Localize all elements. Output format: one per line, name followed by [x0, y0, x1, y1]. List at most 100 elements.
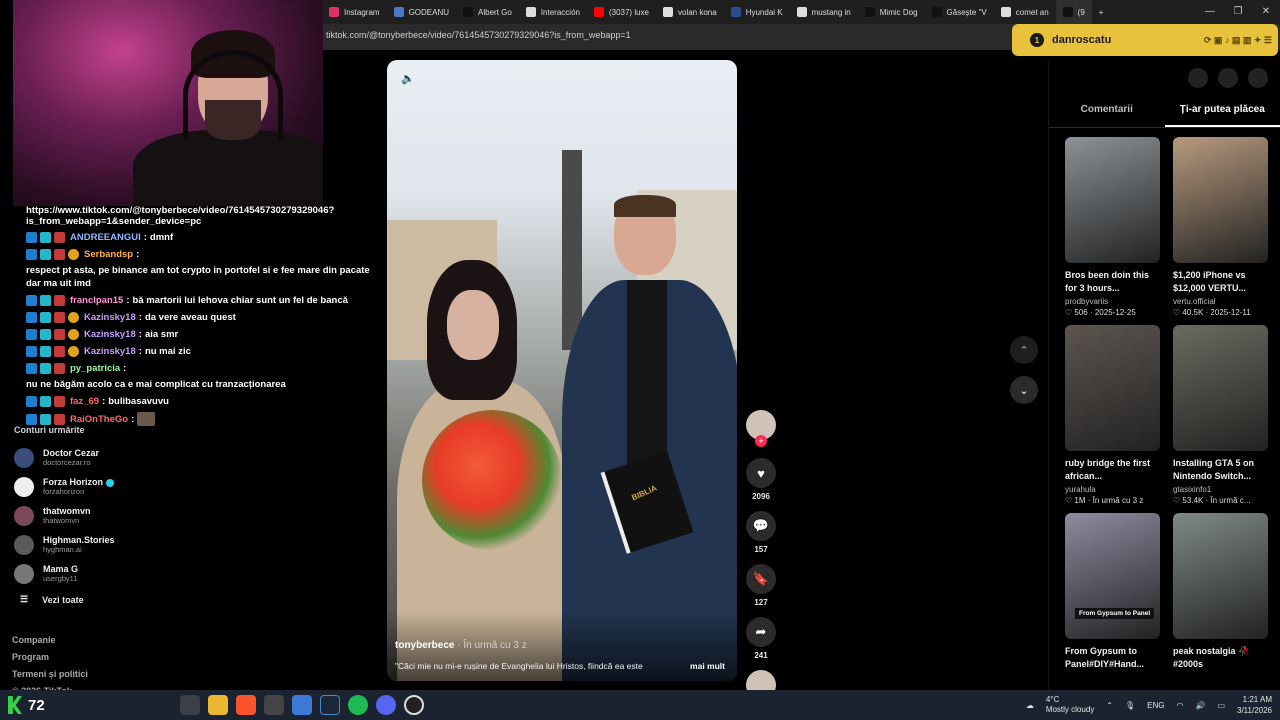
card-title[interactable]: ruby bridge the first african... — [1065, 457, 1160, 483]
wifi-icon[interactable]: ◠ — [1176, 701, 1183, 710]
browser-tab[interactable]: Albert Go — [456, 0, 519, 24]
more-options-icon[interactable]: ⋯ — [712, 72, 723, 85]
followed-account[interactable]: Highman.Stories hyghman.ai — [14, 530, 264, 559]
phone-icon[interactable] — [1218, 68, 1238, 88]
task-view-icon[interactable] — [180, 695, 200, 715]
chat-username[interactable]: py_patricia — [70, 362, 120, 375]
video-author-line[interactable]: tonyberbece · În urmă cu 3 z — [395, 640, 527, 651]
browser-tab[interactable]: (9 — [1055, 0, 1092, 24]
chat-username[interactable]: Kazinsky18 — [84, 328, 136, 341]
save-button[interactable]: 🔖 — [746, 564, 776, 594]
browser-tab[interactable]: Instagram — [322, 0, 387, 24]
footer-link[interactable]: Companie — [12, 632, 88, 649]
microphone-icon[interactable]: 🎙 — [1125, 701, 1135, 710]
like-button[interactable]: ♥ — [746, 458, 776, 488]
recommended-video-card[interactable]: Installing GTA 5 on Nintendo Switch... gt… — [1173, 325, 1268, 505]
close-button[interactable]: ✕ — [1252, 0, 1280, 24]
card-title[interactable]: $1,200 iPhone vs $12,000 VERTU... — [1173, 269, 1268, 295]
browser-tab[interactable]: Mimic Dog — [858, 0, 925, 24]
video-author[interactable]: tonyberbece — [395, 640, 454, 651]
battery-icon[interactable]: ▭ — [1217, 701, 1225, 710]
browser-tab[interactable]: GODEANU — [387, 0, 456, 24]
badge-icon — [40, 249, 51, 260]
video-thumbnail[interactable] — [1173, 325, 1268, 451]
card-title[interactable]: peak nostalgia 🥀 #2000s — [1173, 645, 1268, 671]
video-thumbnail[interactable] — [1173, 513, 1268, 639]
video-thumbnail[interactable] — [1065, 325, 1160, 451]
recommended-video-card[interactable]: From Gypsum to Panel From Gypsum to Panel… — [1065, 513, 1160, 671]
video-thumbnail[interactable] — [1173, 137, 1268, 263]
previous-video-button[interactable]: ⌃ — [1010, 336, 1038, 364]
obs-icon[interactable] — [404, 695, 424, 715]
see-all-link[interactable]: ☰ Vezi toate — [20, 594, 264, 605]
card-title[interactable]: Bros been doin this for 3 hours... — [1065, 269, 1160, 295]
spotify-icon[interactable] — [348, 695, 368, 715]
recommended-video-card[interactable]: Bros been doin this for 3 hours... prodby… — [1065, 137, 1160, 317]
followed-account[interactable]: thatwomvn thatwomvn — [14, 501, 264, 530]
recommended-video-card[interactable]: peak nostalgia 🥀 #2000s — [1173, 513, 1268, 671]
url-text[interactable]: tiktok.com/@tonyberbece/video/7614545730… — [326, 30, 631, 40]
chat-username[interactable]: ANDREEANGUI — [70, 231, 141, 244]
new-tab-button[interactable]: + — [1092, 0, 1111, 24]
chat-separator: : — [138, 329, 142, 340]
browser-tab[interactable]: (3037) luxe — [587, 0, 656, 24]
chat-username[interactable]: Kazinsky18 — [84, 311, 136, 324]
language[interactable]: ENG — [1147, 701, 1164, 710]
badge-icon — [68, 312, 79, 323]
chevron-up-icon[interactable]: ⌃ — [1106, 701, 1113, 710]
followed-account[interactable]: Doctor Cezar doctorcezar.ro — [14, 443, 264, 472]
steam-icon[interactable] — [320, 695, 340, 715]
file-explorer-icon[interactable] — [208, 695, 228, 715]
video-player[interactable]: 🔈 ⋯ BIBLIA tonyberbece · În urmă cu 3 z … — [387, 60, 737, 681]
browser-tab[interactable]: Găsește "V — [925, 0, 994, 24]
author-avatar[interactable]: + — [746, 410, 776, 447]
chat-username[interactable]: Serbandsp — [84, 248, 133, 261]
recommended-video-card[interactable]: $1,200 iPhone vs $12,000 VERTU... vertu.o… — [1173, 137, 1268, 317]
card-author[interactable]: prodbyvariis — [1065, 297, 1160, 306]
volume-icon[interactable]: 🔊 — [1195, 701, 1205, 710]
followed-account[interactable]: Mama Gusergby11 — [14, 559, 264, 588]
browser-tab[interactable]: comet an — [994, 0, 1056, 24]
follow-plus-icon[interactable]: + — [755, 435, 767, 447]
chat-username[interactable]: Kazinsky18 — [84, 345, 136, 358]
minimize-button[interactable]: — — [1196, 0, 1224, 24]
store-icon[interactable] — [292, 695, 312, 715]
recommended-video-card[interactable]: ruby bridge the first african... yurahula… — [1065, 325, 1160, 505]
brave-browser-icon[interactable] — [236, 695, 256, 715]
streamer-shirt — [133, 130, 323, 206]
browser-tab[interactable]: Interacción — [519, 0, 587, 24]
video-thumbnail[interactable] — [1065, 137, 1160, 263]
caption-more-link[interactable]: mai mult — [690, 661, 725, 671]
card-author[interactable]: vertu.official — [1173, 297, 1268, 306]
badge-icon — [40, 346, 51, 357]
clock[interactable]: 1:21 AM 3/11/2026 — [1237, 694, 1272, 716]
card-author[interactable]: yurahula — [1065, 485, 1160, 494]
next-video-button[interactable]: ⌄ — [1010, 376, 1038, 404]
card-author[interactable]: gtasixinfo1 — [1173, 485, 1268, 494]
browser-tab[interactable]: volan kona — [656, 0, 724, 24]
maximize-button[interactable]: ❐ — [1224, 0, 1252, 24]
profile-avatar[interactable] — [1248, 68, 1268, 88]
share-button[interactable]: ➦ — [746, 617, 776, 647]
panel-tab[interactable]: Comentarii — [1049, 104, 1165, 127]
man-hair — [614, 195, 676, 217]
panel-tab[interactable]: Ți-ar putea plăcea — [1164, 104, 1280, 127]
weather-widget[interactable]: 4°C Mostly cloudy — [1046, 695, 1094, 715]
compass-icon[interactable] — [1188, 68, 1208, 88]
footer-link[interactable]: Program — [12, 649, 88, 666]
chat-username[interactable]: RaiOnTheGo — [70, 413, 128, 426]
app-icon[interactable] — [264, 695, 284, 715]
chat-username[interactable]: faz_69 — [70, 395, 99, 408]
browser-tab[interactable]: Hyundai K — [724, 0, 790, 24]
comment-button[interactable]: 💬 — [746, 511, 776, 541]
footer-link[interactable]: Termeni și politici — [12, 666, 88, 683]
card-title[interactable]: From Gypsum to Panel#DIY#Hand... — [1065, 645, 1160, 671]
video-thumbnail[interactable]: From Gypsum to Panel — [1065, 513, 1160, 639]
mute-icon[interactable]: 🔈 — [401, 72, 415, 85]
card-title[interactable]: Installing GTA 5 on Nintendo Switch... — [1173, 457, 1268, 483]
discord-icon[interactable] — [376, 695, 396, 715]
comment-icon: 💬 — [752, 518, 770, 533]
followed-account[interactable]: Forza Horizon forzahorizon — [14, 472, 264, 501]
browser-tab[interactable]: mustang in — [790, 0, 858, 24]
chat-username[interactable]: francIpan15 — [70, 294, 123, 307]
